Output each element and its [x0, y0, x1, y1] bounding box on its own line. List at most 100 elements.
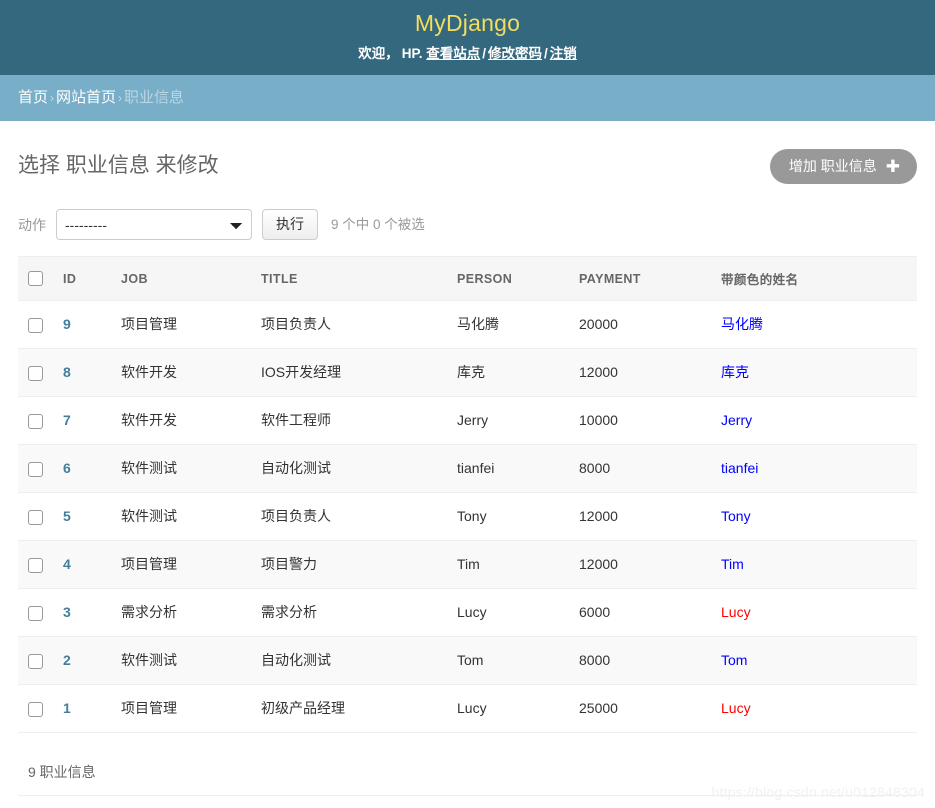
cell-colored-name: Lucy	[711, 684, 917, 733]
logout-link[interactable]: 注销	[550, 46, 577, 61]
cell-title: 项目负责人	[251, 492, 447, 541]
row-select-cell	[18, 348, 53, 397]
table-head: ID JOB TITLE PERSON PAYMENT 带颜色的姓名	[18, 256, 917, 301]
table-row: 5 软件测试 项目负责人 Tony 12000 Tony	[18, 492, 917, 541]
row-select-checkbox[interactable]	[28, 509, 43, 525]
run-action-button[interactable]: 执行	[262, 209, 318, 240]
site-header: MyDjango 欢迎， HP. 查看站点 / 修改密码 / 注销	[0, 0, 935, 75]
select-all-checkbox[interactable]	[28, 271, 43, 287]
cell-job: 项目管理	[111, 540, 251, 589]
column-header-colored-name[interactable]: 带颜色的姓名	[711, 256, 917, 301]
row-select-checkbox[interactable]	[28, 461, 43, 477]
column-header-person[interactable]: PERSON	[447, 256, 569, 301]
cell-title: 项目负责人	[251, 300, 447, 349]
cell-colored-name: 马化腾	[711, 300, 917, 349]
row-select-checkbox[interactable]	[28, 605, 43, 621]
row-edit-link[interactable]: 3	[63, 604, 71, 620]
cell-person: Jerry	[447, 396, 569, 445]
plus-icon: ✚	[885, 156, 900, 176]
cell-payment: 12000	[569, 348, 711, 397]
column-header-payment[interactable]: PAYMENT	[569, 256, 711, 301]
breadcrumb-separator-2: ›	[118, 91, 123, 105]
action-select[interactable]: ---------	[56, 209, 252, 240]
row-select-checkbox[interactable]	[28, 365, 43, 381]
table-row: 6 软件测试 自动化测试 tianfei 8000 tianfei	[18, 444, 917, 493]
row-select-checkbox[interactable]	[28, 317, 43, 333]
table-body: 9 项目管理 项目负责人 马化腾 20000 马化腾 8 软件开发 IOS开发经理 库克 12000…	[18, 300, 917, 733]
add-job-info-button[interactable]: 增加 职业信息 ✚	[769, 148, 917, 184]
cell-title: 软件工程师	[251, 396, 447, 445]
cell-id: 5	[53, 492, 111, 541]
cell-colored-name: Jerry	[711, 396, 917, 445]
breadcrumb-item-home[interactable]: 首页	[18, 89, 48, 106]
column-header-job[interactable]: JOB	[111, 256, 251, 301]
table-header-row: ID JOB TITLE PERSON PAYMENT 带颜色的姓名	[18, 256, 917, 301]
column-header-title[interactable]: TITLE	[251, 256, 447, 301]
cell-job: 项目管理	[111, 300, 251, 349]
action-label: 动作	[18, 216, 46, 233]
cell-payment: 12000	[569, 492, 711, 541]
user-tools: 欢迎， HP. 查看站点 / 修改密码 / 注销	[0, 45, 935, 63]
cell-job: 软件测试	[111, 636, 251, 685]
colored-name-value: Lucy	[721, 604, 751, 620]
row-edit-link[interactable]: 7	[63, 412, 71, 428]
table-row: 4 项目管理 项目警力 Tim 12000 Tim	[18, 540, 917, 589]
welcome-text: 欢迎，	[358, 46, 399, 61]
cell-id: 8	[53, 348, 111, 397]
breadcrumb-separator-1: ›	[50, 91, 55, 105]
row-select-cell	[18, 540, 53, 589]
row-select-checkbox[interactable]	[28, 557, 43, 573]
row-select-cell	[18, 684, 53, 733]
cell-colored-name: Tony	[711, 492, 917, 541]
user-tools-separator-2: /	[544, 46, 548, 61]
cell-person: Tim	[447, 540, 569, 589]
cell-payment: 10000	[569, 396, 711, 445]
cell-id: 7	[53, 396, 111, 445]
colored-name-value: Lucy	[721, 700, 751, 716]
paginator-count: 9 职业信息	[18, 747, 917, 796]
table-row: 2 软件测试 自动化测试 Tom 8000 Tom	[18, 636, 917, 685]
column-header-id[interactable]: ID	[53, 256, 111, 301]
cell-person: Lucy	[447, 588, 569, 637]
row-select-cell	[18, 396, 53, 445]
row-edit-link[interactable]: 4	[63, 556, 71, 572]
colored-name-value: Tony	[721, 508, 751, 524]
row-edit-link[interactable]: 9	[63, 316, 71, 332]
table-row: 1 项目管理 初级产品经理 Lucy 25000 Lucy	[18, 684, 917, 733]
colored-name-value: 库克	[721, 364, 749, 380]
cell-person: 库克	[447, 348, 569, 397]
cell-payment: 8000	[569, 444, 711, 493]
breadcrumb-item-site-home[interactable]: 网站首页	[56, 89, 116, 106]
cell-id: 1	[53, 684, 111, 733]
cell-payment: 6000	[569, 588, 711, 637]
row-select-cell	[18, 588, 53, 637]
main-content: 选择 职业信息 来修改 增加 职业信息 ✚ 动作 --------- 执行 9 …	[0, 121, 935, 796]
cell-payment: 8000	[569, 636, 711, 685]
cell-job: 项目管理	[111, 684, 251, 733]
cell-id: 9	[53, 300, 111, 349]
row-edit-link[interactable]: 1	[63, 700, 71, 716]
row-edit-link[interactable]: 2	[63, 652, 71, 668]
row-select-checkbox[interactable]	[28, 701, 43, 717]
cell-colored-name: Tim	[711, 540, 917, 589]
row-edit-link[interactable]: 8	[63, 364, 71, 380]
change-password-link[interactable]: 修改密码	[488, 46, 542, 61]
cell-job: 软件测试	[111, 444, 251, 493]
cell-colored-name: Tom	[711, 636, 917, 685]
actions-toolbar: 动作 --------- 执行 9 个中 0 个被选	[18, 185, 917, 256]
cell-id: 2	[53, 636, 111, 685]
row-select-checkbox[interactable]	[28, 653, 43, 669]
cell-title: 初级产品经理	[251, 684, 447, 733]
results-container: ID JOB TITLE PERSON PAYMENT 带颜色的姓名 9 项目管理…	[18, 256, 917, 733]
table-row: 8 软件开发 IOS开发经理 库克 12000 库克	[18, 348, 917, 397]
cell-title: 自动化测试	[251, 444, 447, 493]
table-row: 9 项目管理 项目负责人 马化腾 20000 马化腾	[18, 300, 917, 349]
user-tools-separator-1: /	[482, 46, 487, 61]
row-edit-link[interactable]: 6	[63, 460, 71, 476]
row-select-checkbox[interactable]	[28, 413, 43, 429]
row-edit-link[interactable]: 5	[63, 508, 71, 524]
colored-name-value: Jerry	[721, 412, 753, 428]
cell-title: 需求分析	[251, 588, 447, 637]
view-site-link[interactable]: 查看站点	[426, 46, 480, 61]
cell-job: 软件测试	[111, 492, 251, 541]
